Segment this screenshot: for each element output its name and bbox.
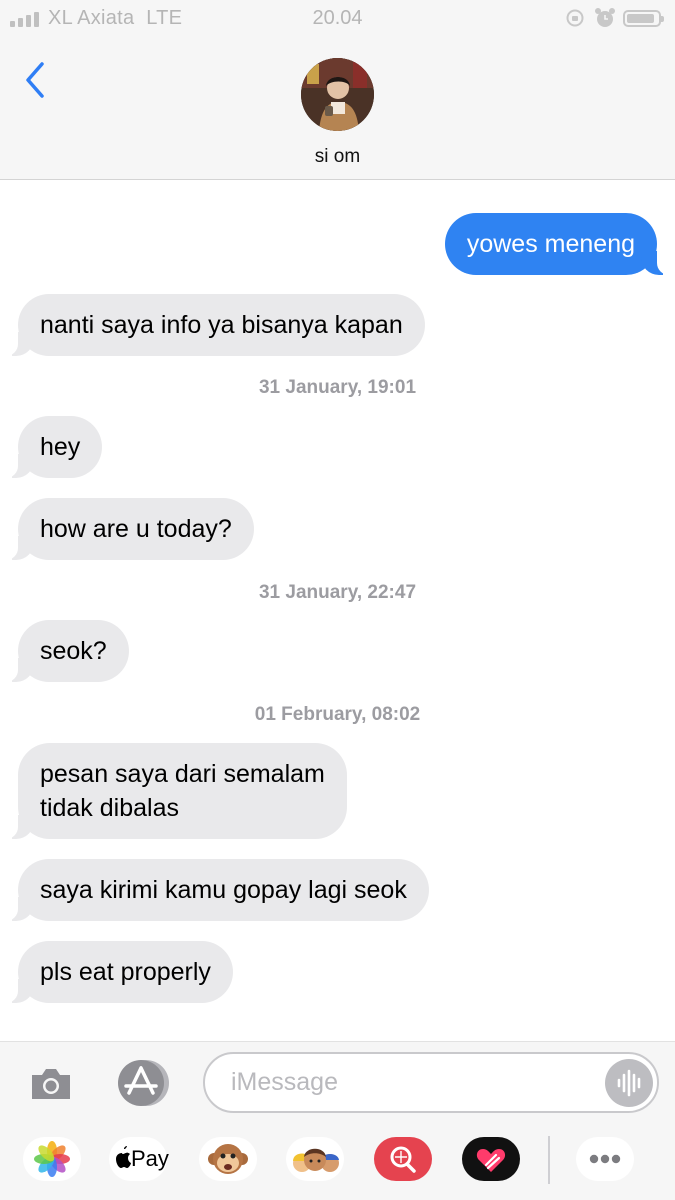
camera-button[interactable] xyxy=(28,1065,74,1103)
compose-bar: Pay xyxy=(0,1041,675,1200)
memoji-icon xyxy=(293,1148,339,1172)
avatar-photo xyxy=(301,58,374,131)
apple-pay-label: Pay xyxy=(131,1146,169,1171)
digital-touch-button[interactable] xyxy=(462,1137,520,1181)
back-chevron-icon xyxy=(26,62,44,98)
message-text: nanti saya info ya bisanya kapan xyxy=(40,311,403,339)
status-bar: XL Axiata LTE 20.04 xyxy=(0,0,675,38)
app-store-button[interactable] xyxy=(113,1059,171,1107)
conversation-header: XL Axiata LTE 20.04 si om xyxy=(0,0,675,180)
message-timestamp: 31 January, 22:47 xyxy=(258,582,417,603)
message-timestamp: 31 January, 19:01 xyxy=(258,377,417,398)
more-apps-button[interactable] xyxy=(576,1137,634,1181)
audio-message-button[interactable] xyxy=(605,1059,653,1107)
message-text: hey xyxy=(40,433,81,461)
photos-app-button[interactable] xyxy=(23,1137,81,1181)
audio-waveform-icon xyxy=(617,1069,641,1097)
received-message-bubble[interactable]: hey xyxy=(5,416,103,478)
message-text: yowes meneng xyxy=(466,230,635,258)
apple-pay-button[interactable]: Pay xyxy=(109,1137,169,1181)
message-text: pesan saya dari semalam tidak dibalas xyxy=(40,760,325,822)
back-button[interactable] xyxy=(20,58,56,102)
message-text: pls eat properly xyxy=(40,958,211,986)
battery-level xyxy=(627,14,655,23)
received-message-bubble[interactable]: nanti saya info ya bisanya kapan xyxy=(6,294,425,356)
imessage-input[interactable] xyxy=(203,1052,659,1113)
app-drawer-divider xyxy=(548,1136,550,1184)
contact-name[interactable]: si om xyxy=(0,146,675,168)
battery-icon xyxy=(623,10,664,27)
imessage-app-drawer: Pay xyxy=(0,1134,675,1192)
contact-avatar[interactable] xyxy=(301,58,374,131)
digital-touch-icon xyxy=(476,1149,506,1172)
message-text: seok? xyxy=(40,637,107,665)
app-store-icon xyxy=(118,1060,169,1106)
sent-message-bubble[interactable]: yowes meneng xyxy=(444,213,670,275)
orientation-lock-icon xyxy=(566,9,584,27)
animoji-button[interactable] xyxy=(199,1137,257,1181)
received-message-bubble[interactable]: seok? xyxy=(6,620,129,682)
image-search-button[interactable] xyxy=(374,1137,432,1181)
image-search-icon xyxy=(390,1146,416,1173)
message-text: saya kirimi kamu gopay lagi seok xyxy=(40,876,407,904)
received-message-bubble[interactable]: how are u today? xyxy=(6,498,254,560)
photos-icon xyxy=(34,1141,70,1177)
camera-icon xyxy=(32,1069,70,1099)
message-timestamp: 01 February, 08:02 xyxy=(254,704,421,725)
message-text: how are u today? xyxy=(40,515,232,543)
received-message-bubble[interactable]: pesan saya dari semalam tidak dibalas xyxy=(6,743,347,839)
received-message-bubble[interactable]: saya kirimi kamu gopay lagi seok xyxy=(6,859,429,921)
alarm-icon xyxy=(595,8,615,27)
more-icon xyxy=(589,1154,621,1164)
memoji-button[interactable] xyxy=(286,1137,344,1181)
animoji-monkey-icon xyxy=(208,1144,248,1174)
message-list[interactable]: yowes meneng nanti saya info ya bisanya … xyxy=(0,181,675,1041)
received-message-bubble[interactable]: pls eat properly xyxy=(6,941,233,1003)
